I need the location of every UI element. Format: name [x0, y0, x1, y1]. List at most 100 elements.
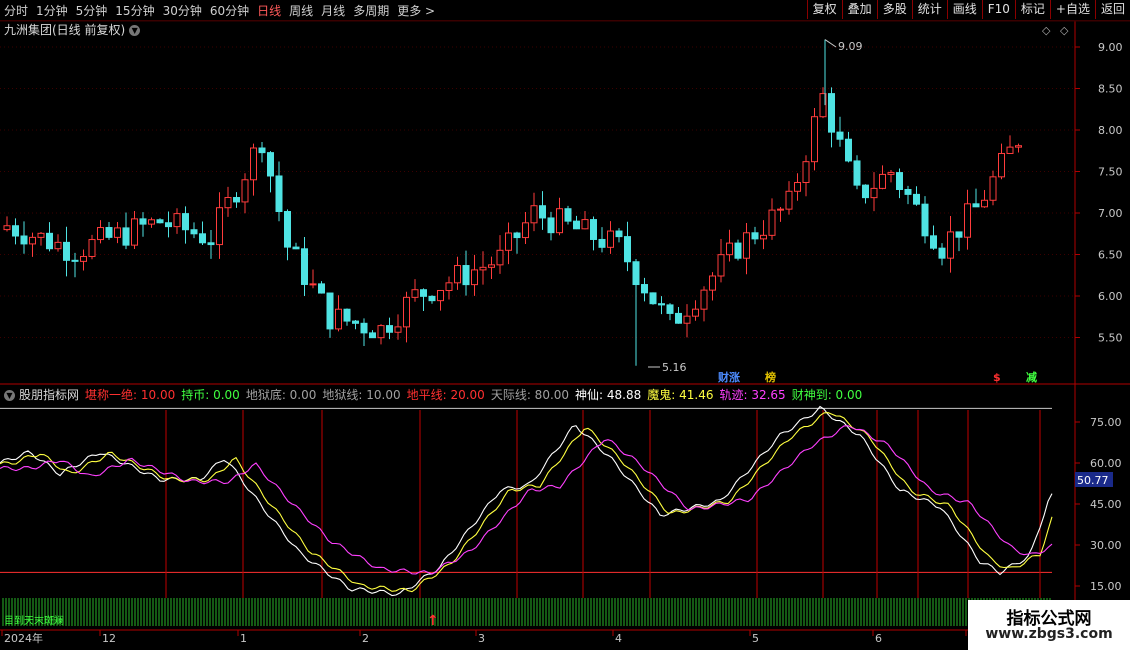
indicator-param-6: 神仙: 48.88 — [575, 388, 642, 402]
candle-body — [879, 173, 886, 189]
candle-body — [54, 241, 62, 250]
price-axis-label: 7.50 — [1098, 166, 1123, 179]
current-value-label: 50.77 — [1077, 474, 1109, 487]
candle-body — [258, 147, 266, 154]
candle-body — [3, 225, 11, 231]
candle-body — [224, 197, 232, 209]
candle-body — [165, 222, 172, 228]
candle-body — [454, 265, 461, 284]
candle-body — [972, 203, 980, 208]
date-axis-label: 4 — [615, 632, 622, 645]
candle-body — [148, 219, 155, 225]
candle-body — [981, 199, 988, 208]
candle-body — [241, 179, 249, 203]
price-axis-label: 9.00 — [1098, 41, 1123, 54]
price-axis-label: 8.00 — [1098, 124, 1123, 137]
candle-body — [862, 184, 869, 199]
oscillator-white-line — [0, 405, 1053, 597]
candle-body — [683, 315, 691, 324]
candle-body — [726, 242, 733, 256]
candle-body — [522, 222, 529, 239]
buy-arrow-icon: ↑ — [427, 613, 439, 629]
candle-body — [12, 225, 19, 237]
candle-body — [190, 229, 198, 235]
candle-body — [411, 289, 419, 298]
candle-body — [369, 332, 376, 339]
candle-body — [284, 211, 291, 248]
candle-body — [692, 308, 699, 317]
candle-body — [530, 205, 538, 224]
candle-body — [887, 172, 895, 175]
candle-body — [173, 213, 181, 228]
date-axis-label: 5 — [752, 632, 759, 645]
price-axis-label: 6.50 — [1098, 249, 1123, 262]
candle-body — [675, 312, 682, 324]
date-axis-label: 2 — [362, 632, 369, 645]
candle-body — [46, 232, 53, 250]
candle-body — [377, 325, 385, 339]
candle-body — [479, 266, 487, 271]
candle-body — [301, 248, 308, 285]
candle-body — [938, 247, 946, 259]
indicator-menu-icon[interactable]: ▼ — [4, 390, 15, 401]
candle-body — [955, 231, 963, 238]
date-axis-label: 1 — [240, 632, 247, 645]
candle-body — [233, 197, 240, 203]
candle-body — [547, 217, 555, 234]
candle-body — [556, 208, 563, 234]
candle-body — [930, 235, 937, 249]
indicator-param-5: 天际线: 80.00 — [490, 388, 570, 402]
candle-body — [581, 219, 589, 230]
candle-body — [462, 265, 470, 286]
candle-body — [828, 93, 835, 133]
candle-body — [717, 254, 725, 277]
candle-body — [360, 322, 368, 334]
candle-body — [607, 230, 614, 248]
candle-body — [156, 219, 164, 224]
candle-body — [352, 320, 359, 324]
candle-body — [114, 227, 121, 238]
stock-chart[interactable]: 9.00 8.50 8.00 7.50 7.00 6.50 6.00 5.50 ◇ ◇ 9.09 5.… — [0, 0, 1130, 650]
candle-body — [71, 259, 79, 262]
indicator-param-0: 堪称一绝: 10.00 — [85, 388, 176, 402]
candle-body — [785, 190, 793, 210]
oscillator-magenta-line — [0, 425, 1053, 575]
candle-body — [998, 152, 1005, 178]
indicator-param-3: 地狱线: 10.00 — [322, 388, 401, 402]
candle-body — [734, 242, 742, 259]
candle-body — [335, 308, 342, 330]
indicator-bottom-label: 目到天末斑斓 — [4, 614, 64, 627]
price-axis-label: 5.50 — [1098, 332, 1123, 345]
candle-body — [267, 152, 274, 177]
indicator-param-2: 地狱底: 0.00 — [245, 388, 317, 402]
candle-body — [845, 138, 852, 162]
candle-body — [989, 176, 997, 201]
date-axis-label: 12 — [102, 632, 116, 645]
watermark: 指标公式网 www.zbgs3.com — [968, 600, 1130, 650]
candle-body — [573, 220, 580, 230]
marker-1: 榜 — [765, 370, 776, 384]
diamond-icon[interactable]: ◇ — [1042, 24, 1051, 37]
candle-body — [496, 249, 504, 266]
candle-body — [20, 235, 28, 245]
candle-body — [709, 275, 716, 291]
candle-body — [513, 232, 521, 239]
indicator-name: 股朋指标网 — [19, 388, 80, 402]
settings-icon[interactable]: ◇ — [1060, 24, 1069, 37]
annotation-high-label: 9.09 — [838, 40, 863, 53]
candle-body — [428, 295, 436, 302]
candle-body — [318, 283, 325, 294]
candle-body — [420, 289, 427, 297]
candle-body — [768, 209, 776, 236]
candle-body — [921, 203, 929, 237]
candle-body — [794, 182, 801, 192]
candle-body — [139, 218, 147, 225]
candle-body — [564, 208, 572, 222]
candle-body — [836, 131, 844, 140]
candle-body — [437, 289, 444, 302]
indicator-param-4: 地平线: 20.00 — [406, 388, 485, 402]
watermark-url: www.zbgs3.com — [985, 626, 1113, 642]
indicator-axis-label: 15.00 — [1090, 580, 1122, 593]
indicator-title: ▼ 股朋指标网 堪称一绝: 10.00 持币: 0.00 地狱底: 0.00 地狱线: 1… — [4, 386, 868, 403]
candle-body — [1006, 146, 1014, 154]
